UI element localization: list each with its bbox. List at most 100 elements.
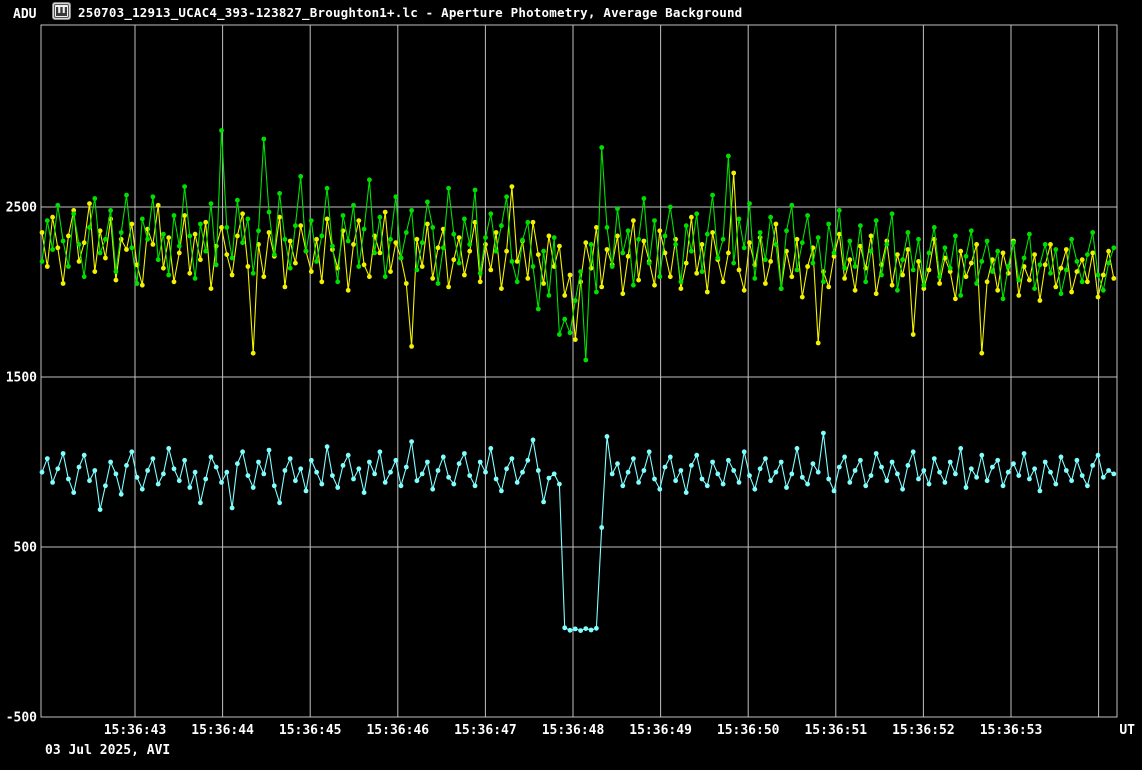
data-point — [921, 283, 926, 288]
y-axis-tick-labels: 25001500500-500 — [6, 201, 37, 726]
data-point — [879, 273, 884, 278]
data-point — [82, 240, 87, 245]
data-point — [652, 218, 657, 223]
data-point — [884, 478, 889, 483]
data-point — [916, 259, 921, 264]
data-point — [499, 286, 504, 291]
data-point — [40, 230, 45, 235]
data-point — [441, 245, 446, 250]
data-point — [436, 245, 441, 250]
data-point — [55, 203, 60, 208]
data-point — [1048, 242, 1053, 247]
data-point — [346, 453, 351, 458]
data-point — [700, 477, 705, 482]
data-point — [1075, 458, 1080, 463]
series-target-star-cyan-occulted — [40, 431, 1117, 633]
data-point — [943, 245, 948, 250]
data-point — [1038, 298, 1043, 303]
data-point — [578, 628, 583, 633]
data-point — [399, 256, 404, 261]
data-point — [573, 627, 578, 632]
data-point — [1048, 271, 1053, 276]
data-point — [393, 458, 398, 463]
data-point — [531, 220, 536, 225]
data-point — [679, 279, 684, 284]
data-point — [298, 174, 303, 179]
data-point — [193, 276, 198, 281]
data-point — [209, 286, 214, 291]
data-point — [335, 279, 340, 284]
data-point — [847, 239, 852, 244]
data-point — [652, 477, 657, 482]
data-point — [378, 251, 383, 256]
data-point — [240, 211, 245, 216]
data-point — [705, 290, 710, 295]
data-point — [304, 489, 309, 494]
data-point — [119, 492, 124, 497]
data-point — [451, 232, 456, 237]
data-point — [663, 465, 668, 470]
data-point — [193, 470, 198, 475]
data-point — [372, 472, 377, 477]
data-point — [568, 330, 573, 335]
data-point — [504, 466, 509, 471]
data-point — [937, 281, 942, 286]
data-point — [256, 228, 261, 233]
data-point — [768, 259, 773, 264]
data-point — [1101, 475, 1106, 480]
data-point — [145, 237, 150, 242]
data-point — [298, 466, 303, 471]
data-point — [737, 268, 742, 273]
data-point — [1038, 262, 1043, 267]
data-point — [979, 259, 984, 264]
data-point — [515, 279, 520, 284]
data-point — [599, 145, 604, 150]
data-point — [182, 213, 187, 218]
data-point — [251, 271, 256, 276]
x-tick-label: 15:36:45 — [279, 723, 342, 738]
data-point — [203, 249, 208, 254]
data-point — [552, 235, 557, 240]
data-point — [325, 217, 330, 222]
data-point — [842, 266, 847, 271]
data-point — [911, 449, 916, 454]
data-point — [869, 249, 874, 254]
data-point — [578, 269, 583, 274]
data-point — [430, 225, 435, 230]
data-point — [351, 477, 356, 482]
data-point — [689, 215, 694, 220]
data-point — [853, 288, 858, 293]
data-point — [409, 344, 414, 349]
data-point — [557, 482, 562, 487]
data-point — [140, 487, 145, 492]
data-point — [547, 293, 552, 298]
data-point — [341, 463, 346, 468]
data-point — [705, 232, 710, 237]
lightcurve-chart: 15:36:4315:36:4415:36:4515:36:4615:36:47… — [0, 0, 1142, 770]
x-tick-label: 15:36:47 — [454, 723, 517, 738]
data-point — [805, 482, 810, 487]
data-point — [805, 264, 810, 269]
data-point — [304, 249, 309, 254]
data-point — [969, 261, 974, 266]
data-point — [531, 438, 536, 443]
data-point — [198, 222, 203, 227]
data-point — [436, 281, 441, 286]
data-point — [779, 286, 784, 291]
data-point — [768, 215, 773, 220]
data-point — [906, 463, 911, 468]
data-point — [425, 200, 430, 205]
x-tick-label: 15:36:50 — [717, 723, 780, 738]
data-point — [383, 274, 388, 279]
data-point — [61, 239, 66, 244]
data-point — [356, 218, 361, 223]
data-point — [874, 451, 879, 456]
data-point — [1090, 463, 1095, 468]
data-point — [832, 251, 837, 256]
data-point — [795, 268, 800, 273]
data-point — [1096, 453, 1101, 458]
data-point — [467, 249, 472, 254]
data-point — [467, 242, 472, 247]
data-point — [193, 232, 198, 237]
data-point — [626, 228, 631, 233]
